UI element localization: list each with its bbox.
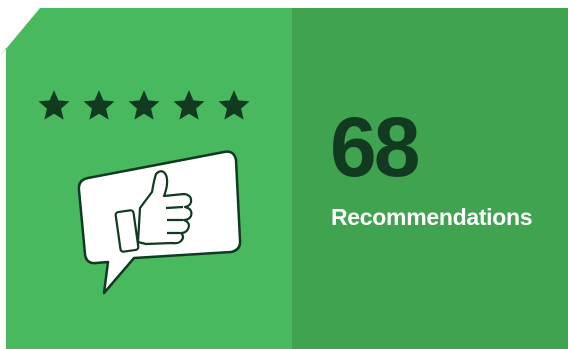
- recommendation-count: 68: [330, 100, 420, 194]
- rating-stars: [37, 88, 251, 124]
- star-icon: [173, 90, 205, 120]
- recommendations-card: 68 Recommendations: [0, 0, 568, 349]
- star-icon: [38, 90, 70, 120]
- star-icon: [218, 90, 250, 120]
- recommendation-label: Recommendations: [331, 204, 533, 230]
- speech-bubble-icon: [77, 150, 242, 295]
- star-icon: [128, 90, 160, 120]
- star-icon: [83, 90, 115, 120]
